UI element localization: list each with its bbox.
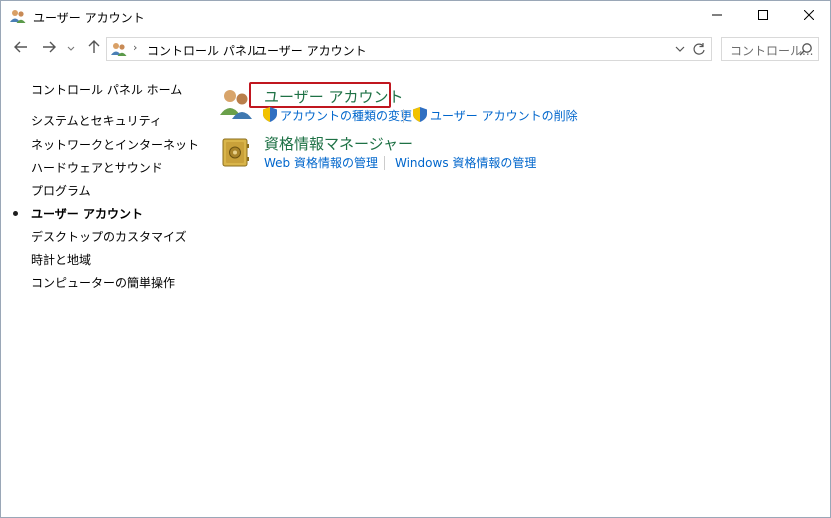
sidebar-item-control-panel-home[interactable]: コントロール パネル ホーム	[31, 81, 182, 98]
maximize-button[interactable]	[740, 1, 786, 31]
search-icon[interactable]	[799, 42, 813, 56]
chevron-right-icon: ›	[241, 41, 246, 54]
maximize-icon	[758, 9, 768, 23]
control-panel-window: ユーザー アカウント › コントロール パネル › ユーザー アカウント コント…	[0, 0, 831, 518]
chevron-down-icon	[67, 41, 75, 55]
window-title: ユーザー アカウント	[33, 11, 145, 25]
users-icon	[111, 42, 127, 56]
forward-button[interactable]	[39, 38, 59, 58]
sidebar-item-programs[interactable]: プログラム	[31, 182, 91, 199]
link-separator	[384, 156, 385, 170]
change-account-type-link[interactable]: アカウントの種類の変更	[280, 107, 412, 124]
sidebar-item-network-internet[interactable]: ネットワークとインターネット	[31, 136, 199, 153]
link-separator	[403, 109, 404, 123]
search-box[interactable]: コントロール...	[721, 37, 819, 61]
arrow-right-icon	[42, 41, 56, 56]
manage-web-credentials-link[interactable]: Web 資格情報の管理	[264, 154, 378, 171]
shield-icon	[413, 107, 427, 122]
close-icon	[803, 9, 815, 23]
close-button[interactable]	[786, 1, 831, 31]
arrow-up-icon	[88, 39, 100, 57]
title-bar[interactable]: ユーザー アカウント	[1, 1, 830, 32]
chevron-down-icon[interactable]	[673, 42, 687, 56]
sidebar-item-ease-of-access[interactable]: コンピューターの簡単操作	[31, 274, 175, 291]
chevron-right-icon: ›	[133, 41, 138, 54]
arrow-left-icon	[14, 41, 28, 56]
manage-windows-credentials-link[interactable]: Windows 資格情報の管理	[395, 154, 536, 171]
sidebar-item-appearance[interactable]: デスクトップのカスタマイズ	[31, 228, 187, 245]
vault-icon	[222, 138, 250, 171]
minimize-icon	[712, 9, 722, 23]
refresh-icon[interactable]	[691, 41, 707, 57]
remove-user-accounts-link[interactable]: ユーザー アカウントの削除	[430, 107, 578, 124]
up-button[interactable]	[84, 38, 104, 58]
back-button[interactable]	[11, 38, 31, 58]
credential-manager-title[interactable]: 資格情報マネージャー	[264, 133, 413, 154]
sidebar-item-system-security[interactable]: システムとセキュリティ	[31, 112, 162, 129]
shield-icon	[263, 107, 277, 122]
active-bullet	[13, 211, 18, 216]
highlight-box	[249, 82, 391, 108]
sidebar-item-hardware-sound[interactable]: ハードウェアとサウンド	[31, 159, 163, 176]
breadcrumb-user-accounts[interactable]: ユーザー アカウント	[255, 42, 367, 59]
address-bar[interactable]: › コントロール パネル › ユーザー アカウント	[106, 37, 712, 61]
minimize-button[interactable]	[694, 1, 740, 31]
sidebar: コントロール パネル ホーム システムとセキュリティ ネットワークとインターネッ…	[1, 66, 201, 366]
sidebar-item-clock-region[interactable]: 時計と地域	[31, 251, 91, 268]
sidebar-item-user-accounts[interactable]: ユーザー アカウント	[31, 205, 143, 222]
recent-locations-button[interactable]	[64, 38, 78, 58]
navigation-bar: › コントロール パネル › ユーザー アカウント コントロール...	[1, 32, 830, 66]
users-icon	[10, 9, 26, 23]
